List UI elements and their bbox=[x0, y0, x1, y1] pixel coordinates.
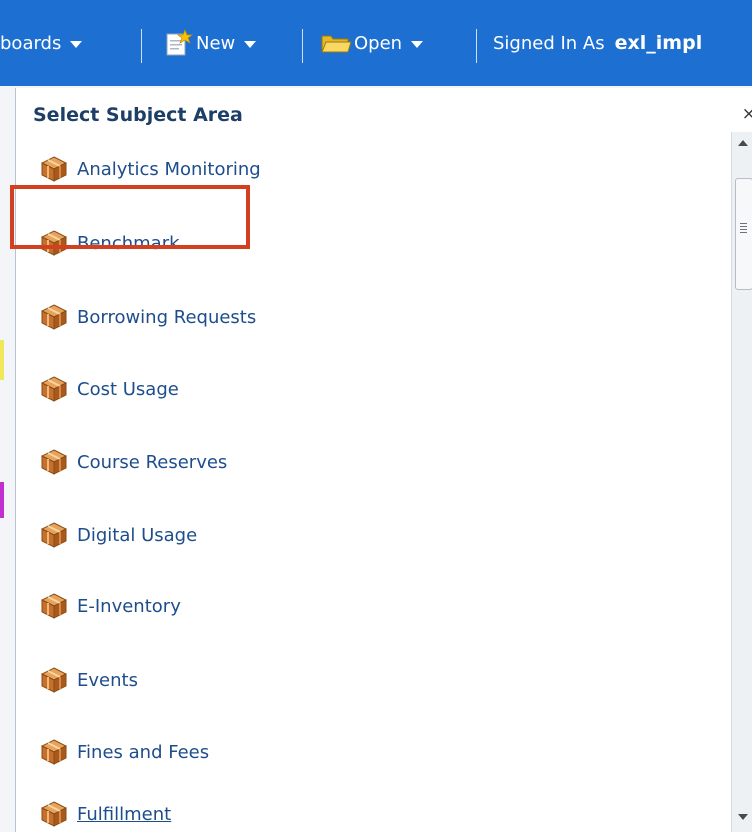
cube-icon bbox=[41, 739, 67, 765]
new-label: New bbox=[196, 32, 236, 54]
cube-icon bbox=[41, 304, 67, 330]
dashboards-label: boards bbox=[0, 32, 62, 54]
list-item-label: Events bbox=[77, 669, 138, 691]
list-item[interactable]: Course Reserves bbox=[41, 444, 227, 480]
open-label: Open bbox=[354, 32, 403, 54]
toolbar-divider bbox=[476, 29, 477, 63]
signed-in-label: Signed In As bbox=[493, 32, 605, 54]
scroll-up-icon[interactable] bbox=[738, 140, 748, 146]
cube-icon bbox=[41, 667, 67, 693]
highlight-annotation bbox=[10, 185, 250, 249]
list-item-label: Fines and Fees bbox=[77, 741, 210, 763]
new-document-icon bbox=[166, 29, 194, 56]
list-item-label: Digital Usage bbox=[77, 524, 198, 546]
top-toolbar: boards New Open Signed In As exl_impl bbox=[0, 0, 752, 86]
list-item[interactable]: Borrowing Requests bbox=[41, 299, 256, 335]
panel-header: Select Subject Area × bbox=[16, 98, 752, 132]
chevron-down-icon bbox=[244, 40, 257, 48]
list-item-label: E-Inventory bbox=[77, 595, 181, 617]
signed-in-info: Signed In As exl_impl bbox=[493, 0, 702, 86]
list-item[interactable]: Digital Usage bbox=[41, 517, 197, 553]
list-item[interactable]: E-Inventory bbox=[41, 588, 181, 624]
list-item[interactable]: Fulfillment bbox=[41, 796, 171, 832]
cube-icon bbox=[41, 522, 67, 548]
vertical-scrollbar[interactable] bbox=[731, 132, 752, 832]
dashboards-menu[interactable]: boards bbox=[0, 0, 83, 86]
cube-icon bbox=[41, 156, 67, 182]
list-item[interactable]: Events bbox=[41, 662, 138, 698]
cube-icon bbox=[41, 449, 67, 475]
background-mark bbox=[0, 482, 4, 518]
cube-icon bbox=[41, 801, 67, 827]
chevron-down-icon bbox=[411, 40, 424, 48]
background-mark bbox=[0, 340, 4, 380]
new-menu[interactable]: New bbox=[164, 0, 257, 86]
list-item-label: Fulfillment bbox=[77, 803, 172, 825]
list-item-label: Course Reserves bbox=[77, 451, 228, 473]
list-item-label: Cost Usage bbox=[77, 378, 179, 400]
list-item-label: Borrowing Requests bbox=[77, 306, 257, 328]
grip-icon bbox=[740, 223, 747, 235]
cube-icon bbox=[41, 593, 67, 619]
cube-icon bbox=[41, 376, 67, 402]
username[interactable]: exl_impl bbox=[615, 32, 703, 54]
list-item[interactable]: Fines and Fees bbox=[41, 734, 209, 770]
scroll-thumb[interactable] bbox=[735, 178, 752, 290]
open-menu[interactable]: Open bbox=[320, 0, 424, 86]
list-item-label: Analytics Monitoring bbox=[77, 158, 261, 180]
toolbar-divider bbox=[302, 29, 303, 63]
folder-icon bbox=[321, 35, 352, 53]
toolbar-divider bbox=[141, 29, 142, 63]
panel-title: Select Subject Area bbox=[33, 104, 243, 126]
list-item[interactable]: Analytics Monitoring bbox=[41, 151, 261, 187]
chevron-down-icon bbox=[70, 40, 83, 48]
close-icon[interactable]: × bbox=[742, 104, 752, 124]
list-item[interactable]: Cost Usage bbox=[41, 371, 179, 407]
scroll-down-icon[interactable] bbox=[738, 814, 748, 820]
